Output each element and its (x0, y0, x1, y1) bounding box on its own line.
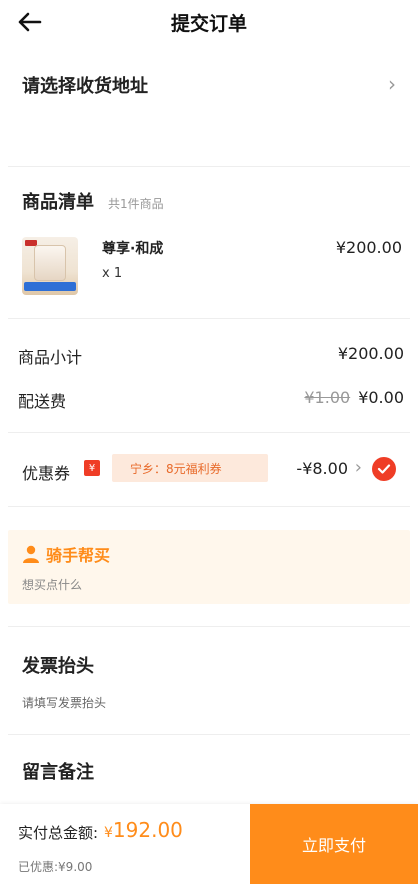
subtotal-value: ¥200.00 (337, 344, 404, 363)
pay-now-button[interactable]: 立即支付 (250, 804, 418, 884)
total-amount: ¥192.00 (104, 818, 183, 842)
arrow-left-icon (18, 12, 42, 32)
coupon-badge-icon: ¥ (84, 460, 100, 476)
top-bar: 提交订单 (0, 0, 418, 44)
remark-title: 留言备注 (22, 762, 94, 783)
coupon-label: 优惠券 (22, 464, 71, 483)
goods-count: 共1件商品 (108, 197, 164, 211)
checkout-bar: 实付总金额: ¥192.00 已优惠:¥9.00 立即支付 (0, 804, 418, 884)
product-price: ¥200.00 (335, 238, 402, 257)
divider (8, 432, 410, 433)
delivery-label: 配送费 (18, 392, 67, 411)
product-quantity: x 1 (102, 266, 123, 281)
check-icon (377, 464, 391, 474)
coupon-row[interactable]: 优惠券 ¥ 宁乡：8元福利券 -¥8.00 › (8, 440, 410, 502)
coupon-name[interactable]: 宁乡：8元福利券 (112, 454, 268, 482)
delivery-original-price: ¥1.00 (304, 388, 351, 407)
remark-section: 留言备注 (8, 742, 410, 802)
rider-buy-header: 骑手帮买 (22, 542, 110, 566)
chevron-right-icon: › (354, 457, 362, 478)
divider (8, 626, 410, 627)
total-label: 实付总金额: (18, 824, 99, 842)
divider (8, 318, 410, 319)
coupon-checkbox[interactable] (372, 457, 396, 481)
divider (8, 506, 410, 507)
coupon-amount: -¥8.00 (296, 459, 348, 478)
page-title: 提交订单 (170, 12, 247, 35)
back-button[interactable] (14, 6, 46, 38)
total-value: 192.00 (112, 818, 183, 842)
divider (8, 166, 410, 167)
chevron-right-icon: › (388, 72, 396, 96)
address-selector[interactable]: 请选择收货地址 › (8, 56, 410, 166)
currency-symbol: ¥ (104, 825, 113, 841)
fee-section: 商品小计 ¥200.00 配送费 ¥1.00 ¥0.00 (8, 330, 410, 430)
rider-buy-input[interactable]: 想买点什么 (22, 576, 82, 593)
divider (8, 734, 410, 735)
user-icon (23, 545, 39, 563)
goods-section: 商品清单 共1件商品 尊享·和成 x 1 ¥200.00 (8, 174, 410, 319)
invoice-input[interactable]: 请填写发票抬头 (22, 694, 106, 711)
address-label: 请选择收货地址 (22, 76, 148, 97)
delivery-fee: ¥1.00 ¥0.00 (304, 388, 404, 407)
goods-title: 商品清单 (22, 192, 94, 213)
delivery-value: ¥0.00 (358, 388, 404, 407)
rider-buy-title: 骑手帮买 (46, 546, 111, 565)
rider-buy-section[interactable]: 骑手帮买 想买点什么 (8, 530, 410, 604)
invoice-section: 发票抬头 请填写发票抬头 (8, 628, 410, 732)
product-name: 尊享·和成 (102, 241, 164, 257)
subtotal-label: 商品小计 (18, 348, 83, 367)
discount-total: 已优惠:¥9.00 (18, 860, 93, 874)
invoice-title: 发票抬头 (22, 656, 94, 677)
product-image[interactable] (22, 237, 78, 295)
goods-header: 商品清单 共1件商品 (22, 188, 164, 214)
